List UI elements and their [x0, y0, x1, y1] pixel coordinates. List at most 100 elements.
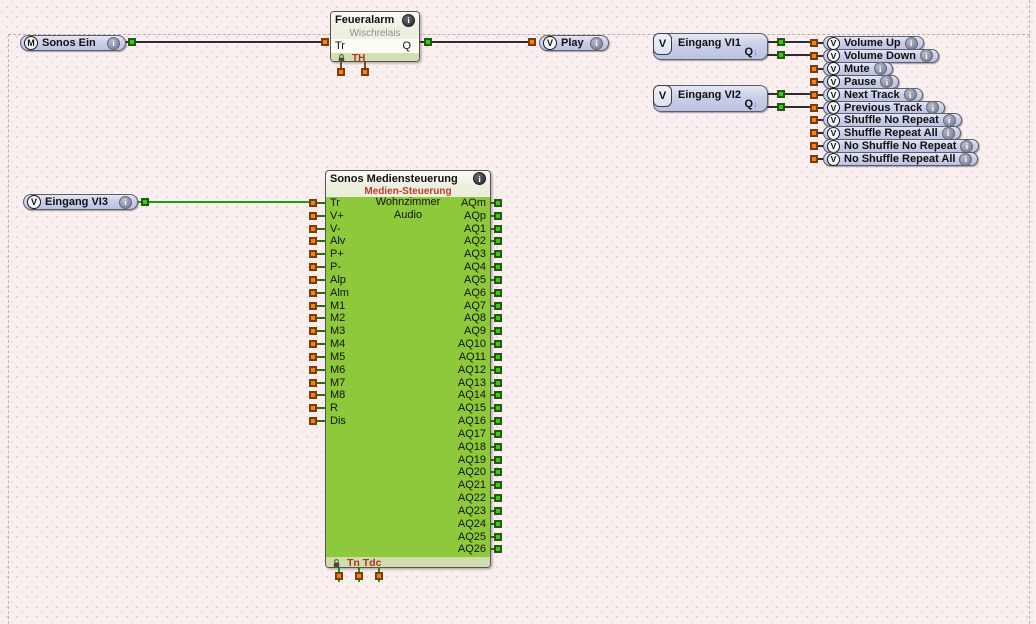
media-input-connector[interactable]	[309, 237, 317, 246]
block-feueralarm[interactable]: Feueralarm i Wischrelais Tr Q TH	[330, 11, 420, 62]
wire-vi1-to-volume-up[interactable]	[785, 41, 811, 43]
command-pill[interactable]: V No Shuffle No Repeat i	[823, 139, 980, 154]
media-param-connector[interactable]	[335, 572, 343, 580]
media-output-connector[interactable]	[494, 365, 502, 374]
media-output-connector[interactable]	[494, 519, 502, 528]
media-input-connector[interactable]	[309, 352, 317, 361]
command-pill[interactable]: V Pause i	[823, 74, 900, 89]
feueralarm-q-connector[interactable]	[424, 38, 432, 46]
info-icon[interactable]: i	[880, 75, 894, 89]
wiring-canvas[interactable]: M Sonos Ein i Feueralarm i Wischrelais T…	[0, 0, 1036, 624]
media-output-connector[interactable]	[494, 340, 502, 349]
command-pill[interactable]: V No Shuffle Repeat All i	[823, 152, 979, 167]
media-output-connector[interactable]	[494, 455, 502, 464]
info-icon[interactable]: i	[903, 88, 917, 102]
wire-vi1q-to-volume-down[interactable]	[785, 54, 811, 56]
media-input-connector[interactable]	[309, 199, 317, 207]
block-sonos-ein[interactable]: M Sonos Ein i	[20, 35, 126, 51]
vi1-output-connector[interactable]	[777, 38, 785, 46]
command-pill[interactable]: V Volume Down i	[823, 48, 939, 63]
media-output-connector[interactable]	[494, 275, 502, 284]
command-input-connector[interactable]	[810, 77, 818, 86]
media-output-connector[interactable]	[494, 263, 502, 272]
media-input-connector[interactable]	[309, 211, 317, 220]
media-output-connector[interactable]	[494, 532, 502, 541]
media-input-connector[interactable]	[309, 224, 317, 233]
vi1-q-connector[interactable]	[777, 51, 785, 59]
media-output-connector[interactable]	[494, 404, 502, 413]
command-input-connector[interactable]	[810, 129, 818, 138]
media-output-connector[interactable]	[494, 494, 502, 503]
media-input-connector[interactable]	[309, 301, 317, 310]
info-icon[interactable]: i	[402, 13, 415, 27]
media-param-connector[interactable]	[355, 572, 363, 580]
command-input-connector[interactable]	[810, 39, 818, 47]
media-input-connector[interactable]	[309, 263, 317, 272]
media-input-connector[interactable]	[309, 314, 317, 323]
command-pill[interactable]: V Volume Up i	[823, 36, 924, 50]
media-output-connector[interactable]	[494, 429, 502, 438]
media-output-connector[interactable]	[494, 224, 502, 233]
info-icon[interactable]: i	[904, 36, 918, 50]
media-output-connector[interactable]	[494, 481, 502, 490]
media-output-connector[interactable]	[494, 211, 502, 220]
block-eingang-vi1[interactable]: V Eingang VI1 Q↓	[653, 33, 768, 60]
command-input-connector[interactable]	[810, 51, 818, 60]
sonosein-output-connector[interactable]	[128, 38, 136, 46]
command-pill[interactable]: V Shuffle No Repeat i	[823, 113, 962, 128]
vi3-output-connector[interactable]	[141, 198, 149, 206]
command-input-connector[interactable]	[810, 103, 818, 112]
media-output-connector[interactable]	[494, 301, 502, 310]
command-input-connector[interactable]	[810, 90, 818, 99]
media-input-connector[interactable]	[309, 417, 317, 426]
command-pill[interactable]: V Previous Track i	[823, 100, 946, 115]
info-icon[interactable]: i	[941, 126, 955, 140]
media-input-connector[interactable]	[309, 404, 317, 413]
block-play[interactable]: V Play i	[539, 35, 609, 51]
media-input-connector[interactable]	[309, 378, 317, 387]
media-input-connector[interactable]	[309, 391, 317, 400]
media-param-connector[interactable]	[375, 572, 383, 580]
command-input-connector[interactable]	[810, 155, 818, 164]
command-input-connector[interactable]	[810, 64, 818, 73]
media-output-connector[interactable]	[494, 327, 502, 336]
command-pill[interactable]: V Shuffle Repeat All i	[823, 126, 961, 141]
media-input-connector[interactable]	[309, 365, 317, 374]
media-input-connector[interactable]	[309, 327, 317, 336]
media-output-connector[interactable]	[494, 314, 502, 323]
media-input-connector[interactable]	[309, 288, 317, 297]
block-eingang-vi3[interactable]: V Eingang VI3 i	[23, 194, 138, 210]
info-icon[interactable]: i	[473, 172, 486, 185]
info-icon[interactable]: i	[107, 36, 120, 50]
media-output-connector[interactable]	[494, 199, 502, 207]
media-output-connector[interactable]	[494, 378, 502, 387]
media-output-connector[interactable]	[494, 237, 502, 246]
media-output-connector[interactable]	[494, 545, 502, 554]
info-icon[interactable]: i	[919, 49, 933, 63]
info-icon[interactable]: i	[873, 62, 887, 76]
wire-vi3-to-tr[interactable]	[148, 201, 310, 203]
block-eingang-vi2[interactable]: V Eingang VI2 Q↓	[653, 85, 768, 112]
wire-vi2q-to-previous-track[interactable]	[785, 106, 811, 108]
media-output-connector[interactable]	[494, 506, 502, 515]
info-icon[interactable]: i	[590, 36, 603, 50]
feueralarm-tr-connector[interactable]	[321, 38, 329, 46]
info-icon[interactable]: i	[926, 101, 940, 114]
command-input-connector[interactable]	[810, 116, 818, 125]
media-output-connector[interactable]	[494, 391, 502, 400]
media-output-connector[interactable]	[494, 352, 502, 361]
info-icon[interactable]: i	[959, 152, 973, 166]
vi2-q-connector[interactable]	[777, 103, 785, 111]
media-output-connector[interactable]	[494, 468, 502, 477]
feueralarm-param-connector[interactable]	[361, 68, 369, 76]
wire-sonosein-to-feueralarm[interactable]	[136, 41, 322, 43]
info-icon[interactable]: i	[942, 113, 956, 127]
vi2-output-connector[interactable]	[777, 90, 785, 98]
command-pill[interactable]: V Mute i	[823, 61, 893, 76]
media-output-connector[interactable]	[494, 417, 502, 426]
feueralarm-param-connector[interactable]	[337, 68, 345, 76]
media-output-connector[interactable]	[494, 250, 502, 259]
info-icon[interactable]: i	[119, 195, 132, 209]
media-output-connector[interactable]	[494, 442, 502, 451]
info-icon[interactable]: i	[960, 139, 974, 153]
